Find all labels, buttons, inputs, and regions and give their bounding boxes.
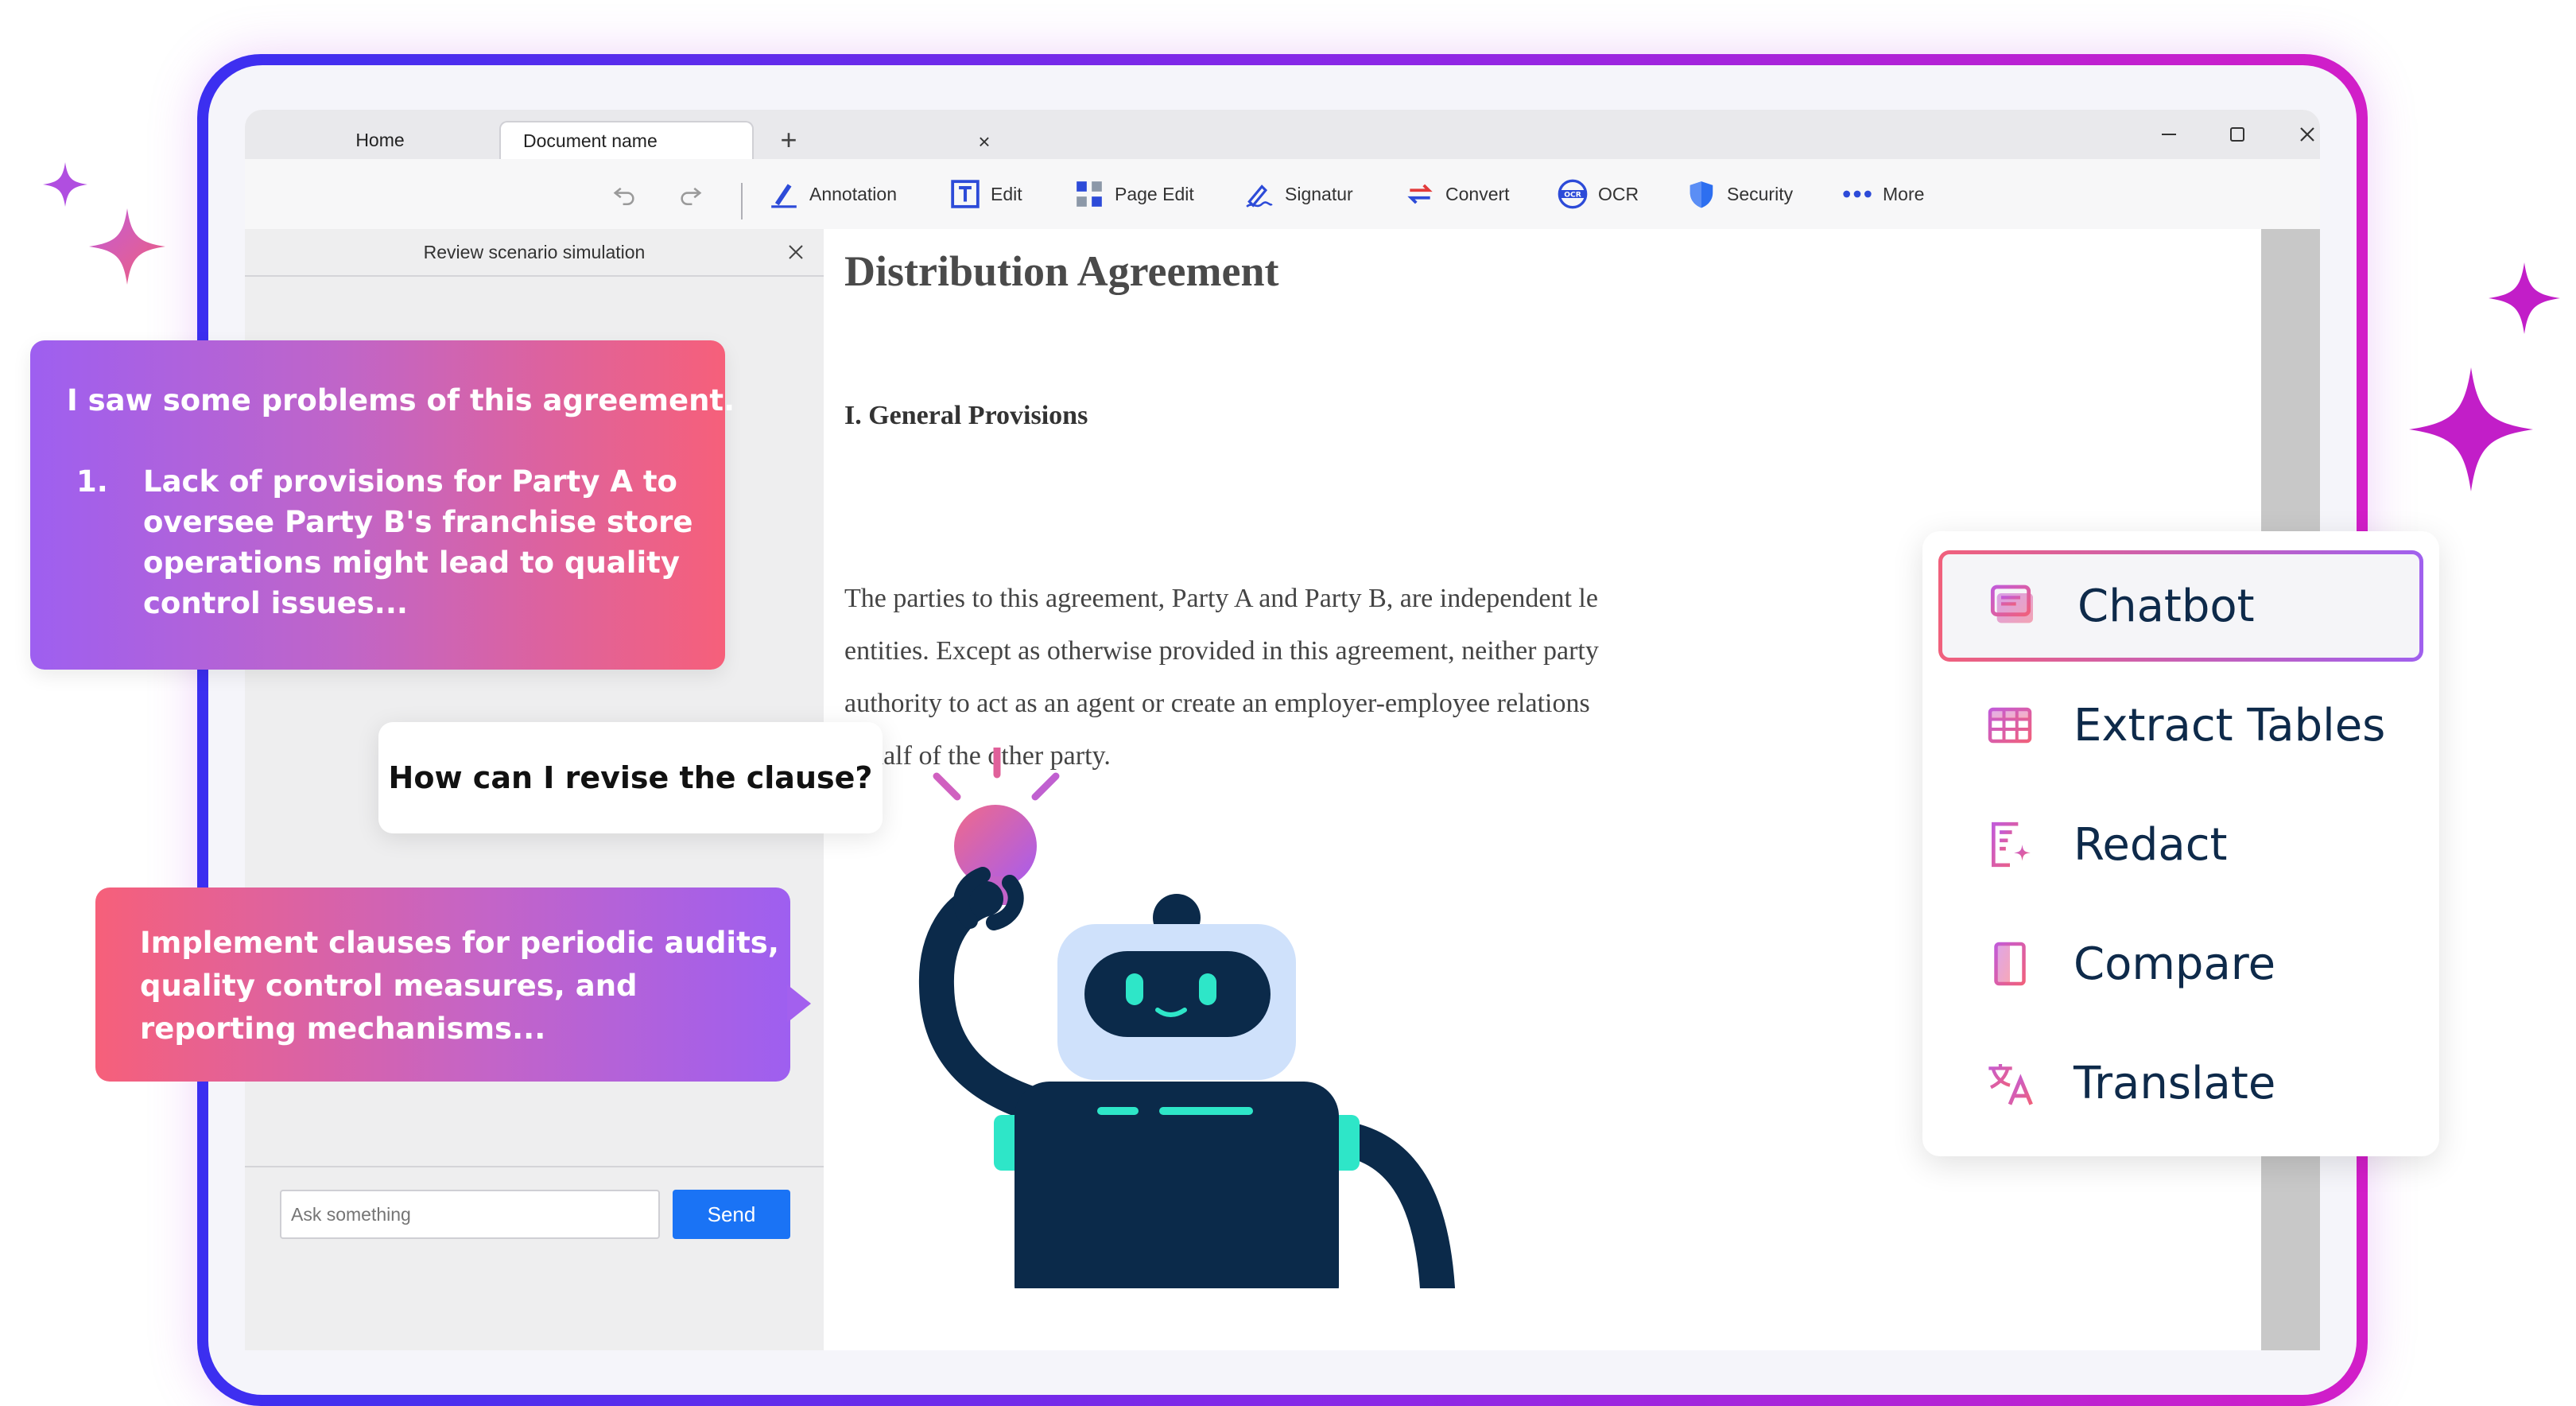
ask-input[interactable] [280, 1190, 660, 1239]
section-heading: I. General Provisions [844, 401, 1088, 430]
menu-item-label: Chatbot [2077, 580, 2255, 632]
chatbot-icon [1988, 581, 2039, 631]
paragraph-line: authority to act as an agent or create a… [844, 689, 1590, 718]
idea-rays-icon [933, 748, 1060, 801]
ai-reply-line: quality control measures, and [140, 969, 638, 1003]
menu-item-label: Compare [2074, 938, 2276, 990]
toolbar-convert[interactable]: Convert [1404, 173, 1510, 215]
ai-reply-line: Implement clauses for periodic audits, [140, 926, 779, 960]
send-button[interactable]: Send [673, 1190, 790, 1239]
menu-item-label: Translate [2074, 1057, 2276, 1109]
window-close-icon[interactable] [2283, 115, 2320, 154]
robot-left-arm [918, 881, 1083, 1131]
ai-message-intro: I saw some problems of this agreement. [67, 383, 735, 418]
user-message-text: How can I revise the clause? [388, 760, 873, 795]
document-title: Distribution Agreement [844, 247, 1279, 295]
minimize-icon[interactable] [2145, 115, 2193, 154]
toolbar-page-edit-label: Page Edit [1115, 183, 1194, 204]
toolbar-security-label: Security [1727, 183, 1794, 204]
menu-item-compare[interactable]: Compare [1938, 908, 2423, 1020]
toolbar-ocr[interactable]: OCR OCR [1557, 173, 1639, 215]
robot-illustration [918, 748, 1455, 1288]
bubble-tail [787, 985, 811, 1023]
ai-feature-menu: Chatbot Extract Tables Redact Compare Tr… [1922, 531, 2439, 1156]
tab-home[interactable]: Home [277, 121, 483, 159]
text-edit-icon [949, 178, 981, 210]
toolbar-annotation[interactable]: Annotation [768, 173, 897, 215]
table-icon [1984, 700, 2035, 751]
toolbar: Annotation Edit Page Edit Signatur Conve… [245, 159, 2320, 231]
list-item-line: Lack of provisions for Party A to [143, 464, 677, 499]
list-item-line: control issues... [143, 586, 408, 620]
tab-close-icon[interactable]: × [968, 122, 1000, 161]
sparkle-large-right-icon [2409, 367, 2533, 491]
pen-icon [768, 178, 800, 210]
grid-icon [1073, 178, 1105, 210]
user-message-bubble: How can I revise the clause? [378, 722, 883, 833]
paragraph-line: entities. Except as otherwise provided i… [844, 636, 1599, 666]
chat-input-row: Send [245, 1166, 824, 1350]
robot-eye [1126, 973, 1143, 1005]
menu-item-translate[interactable]: Translate [1938, 1027, 2423, 1139]
toolbar-edit[interactable]: Edit [949, 173, 1022, 215]
tab-bar: Home Document name × + [245, 110, 2320, 159]
new-tab-icon[interactable]: + [770, 121, 808, 159]
toolbar-edit-label: Edit [991, 183, 1022, 204]
toolbar-convert-label: Convert [1445, 183, 1510, 204]
ai-reply-bubble: Implement clauses for periodic audits, q… [95, 887, 790, 1082]
compare-icon [1984, 938, 2035, 989]
robot-eye [1199, 973, 1216, 1005]
more-dots-icon [1841, 178, 1873, 210]
shield-icon [1686, 178, 1717, 210]
menu-item-chatbot[interactable]: Chatbot [1938, 550, 2423, 662]
menu-item-redact[interactable]: Redact [1938, 789, 2423, 900]
menu-item-extract-tables[interactable]: Extract Tables [1938, 670, 2423, 781]
paragraph-line: The parties to this agreement, Party A a… [844, 584, 1598, 613]
ocr-icon: OCR [1557, 178, 1589, 210]
undo-icon[interactable] [611, 173, 638, 215]
toolbar-more-label: More [1883, 183, 1925, 204]
menu-item-label: Extract Tables [2074, 699, 2386, 752]
toolbar-signature[interactable]: Signatur [1243, 173, 1353, 215]
toolbar-ocr-label: OCR [1598, 183, 1639, 204]
list-item-line: oversee Party B's franchise store [143, 505, 693, 539]
tab-document-label: Document name [523, 130, 658, 151]
toolbar-signature-label: Signatur [1285, 183, 1353, 204]
list-number: 1. [76, 464, 108, 499]
toolbar-annotation-label: Annotation [809, 183, 897, 204]
signature-icon [1243, 178, 1275, 210]
sparkle-small-right-icon [2489, 262, 2560, 334]
robot-face [1084, 951, 1271, 1037]
menu-item-label: Redact [2074, 818, 2228, 871]
svg-text:OCR: OCR [1564, 190, 1581, 199]
translate-icon [1984, 1058, 2035, 1109]
list-item-line: operations might lead to quality [143, 546, 680, 580]
toolbar-divider [741, 183, 743, 219]
sidebar-title: Review scenario simulation [245, 229, 824, 277]
tab-document[interactable]: Document name × [499, 121, 991, 159]
convert-icon [1404, 178, 1436, 210]
sidebar-close-icon[interactable] [778, 234, 814, 270]
maximize-icon[interactable] [2213, 115, 2261, 154]
toolbar-security[interactable]: Security [1686, 173, 1793, 215]
toolbar-page-edit[interactable]: Page Edit [1073, 173, 1194, 215]
ai-message-bubble: I saw some problems of this agreement. 1… [30, 340, 735, 670]
sparkle-large-left-icon [89, 208, 165, 285]
toolbar-more[interactable]: More [1841, 173, 1924, 215]
ai-reply-line: reporting mechanisms... [140, 1012, 546, 1046]
redo-icon[interactable] [677, 173, 704, 215]
sparkle-small-left-icon [43, 162, 87, 207]
redact-icon [1984, 819, 2035, 870]
